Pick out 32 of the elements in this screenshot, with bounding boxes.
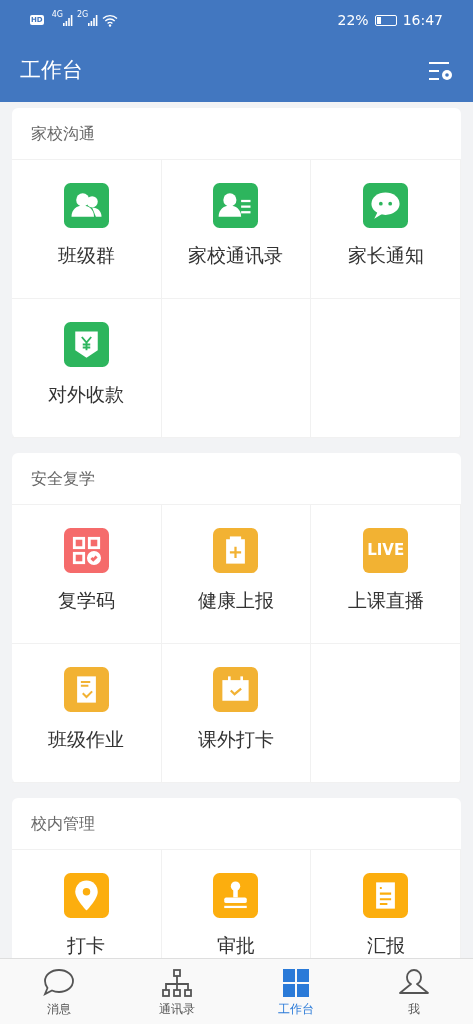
app-label[interactable]: 复学码 (57, 589, 115, 611)
tab[interactable]: 通讯录 (118, 959, 237, 1024)
network-label: 2G (76, 11, 89, 19)
app-label[interactable]: 审批 (217, 934, 255, 956)
tab[interactable]: 我 (354, 959, 473, 1024)
app-label[interactable]: 课外打卡 (198, 728, 274, 750)
app-label[interactable]: 家校通讯录 (188, 244, 284, 266)
settings-icon[interactable] (429, 60, 453, 82)
section-title: 家校沟通 (31, 122, 95, 145)
org-chart-icon (160, 966, 195, 999)
network-label: 4G (51, 11, 63, 19)
app-label[interactable]: 家长通知 (347, 244, 424, 266)
app-label[interactable]: 对外收款 (48, 383, 125, 405)
wifi-icon (102, 13, 119, 27)
app-label[interactable]: 上课直播 (347, 589, 424, 611)
signal-icon (88, 14, 99, 26)
live-icon: LIVE (363, 528, 409, 573)
section-title: 校内管理 (31, 812, 95, 835)
time: 16:47 (402, 10, 443, 30)
app-label[interactable]: 班级作业 (48, 728, 125, 750)
signal-icon (62, 14, 73, 26)
battery-icon (374, 14, 397, 26)
section-title: 安全复学 (31, 467, 95, 490)
app-label[interactable]: 班级群 (57, 244, 115, 266)
app-label[interactable]: 打卡 (67, 934, 106, 956)
battery-percent: 22% (337, 10, 369, 30)
app-label[interactable]: 健康上报 (198, 589, 274, 611)
chat-icon (42, 966, 77, 999)
tab[interactable]: 消息 (0, 959, 119, 1024)
page-title: 工作台 (20, 57, 84, 85)
tab[interactable]: 工作台 (236, 959, 355, 1024)
app-label[interactable]: 汇报 (366, 934, 405, 956)
